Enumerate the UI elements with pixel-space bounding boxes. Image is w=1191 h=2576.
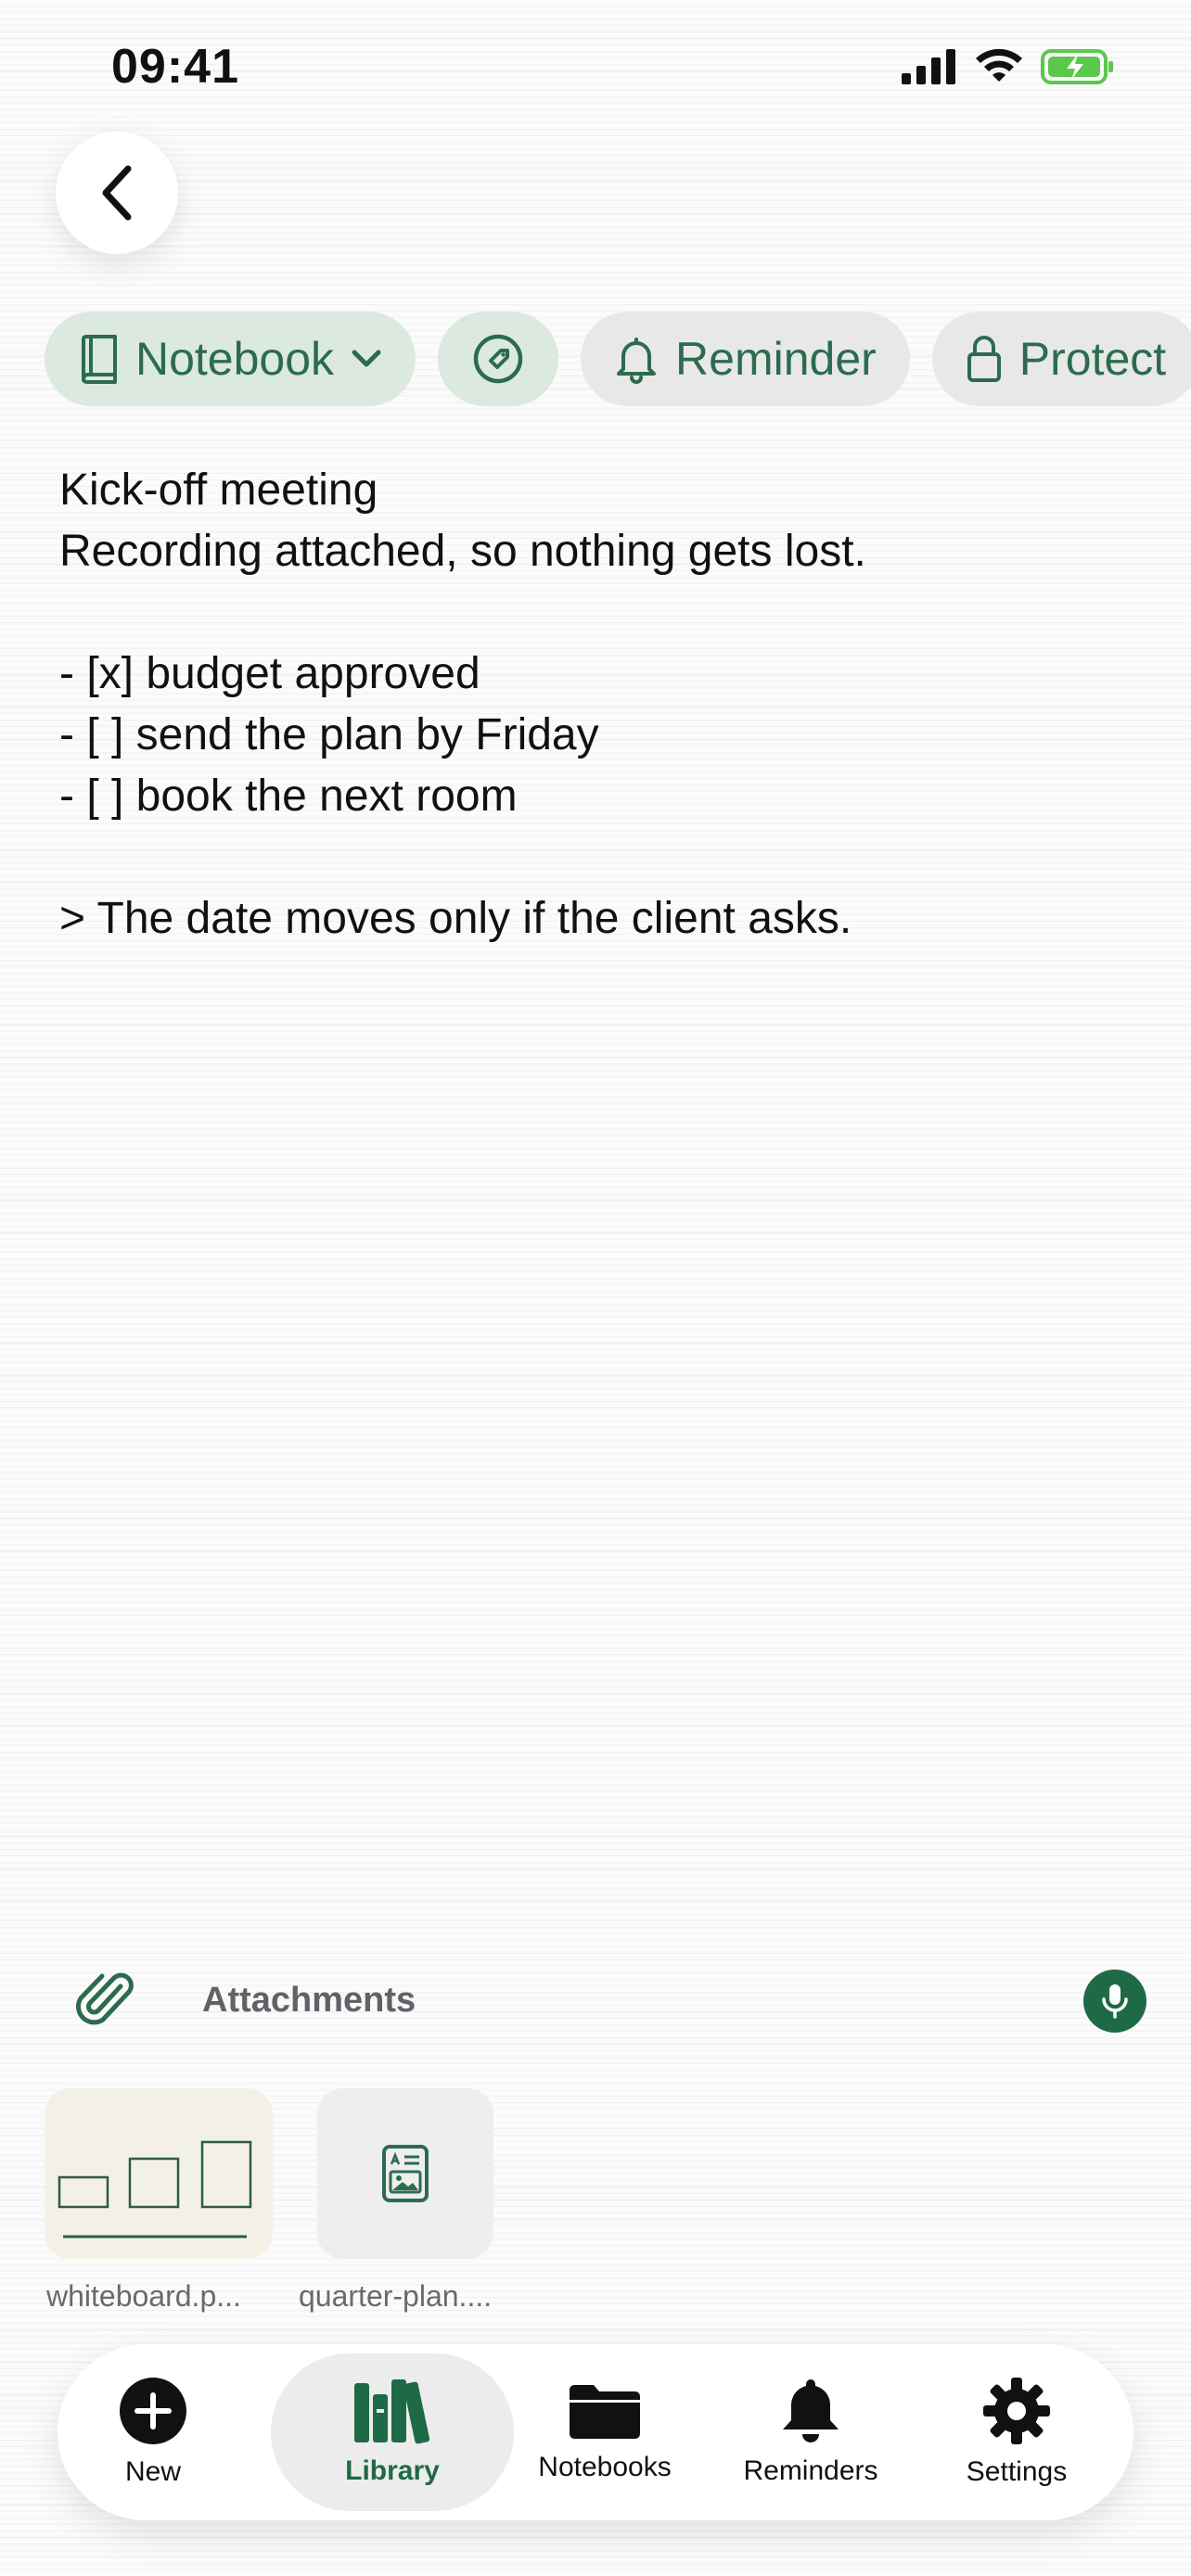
folder-icon	[570, 2385, 640, 2439]
reminder-chip-label: Reminder	[675, 333, 877, 385]
bell-icon	[617, 338, 657, 384]
tab-new-label: New	[124, 2456, 181, 2487]
attachment-thumbnail-quarter-plan[interactable]: quarter-plan....	[299, 2088, 493, 2313]
tab-library-label: Library	[345, 2455, 440, 2486]
document-image-icon	[382, 2145, 429, 2202]
bell-filled-icon	[783, 2379, 839, 2442]
paperclip-icon[interactable]	[72, 1966, 143, 2041]
status-time: 09:41	[111, 40, 239, 94]
plus-circle-icon	[120, 2378, 186, 2444]
note-line: - [x] budget approved	[59, 649, 480, 698]
tag-chip[interactable]	[438, 312, 559, 406]
back-button[interactable]	[56, 132, 178, 254]
books-icon	[354, 2379, 430, 2444]
notebook-icon	[82, 335, 117, 384]
note-editor[interactable]: Kick-off meeting Recording attached, so …	[59, 460, 1135, 950]
whiteboard-preview	[45, 2088, 273, 2259]
tab-reminders-label: Reminders	[743, 2455, 878, 2486]
protect-chip-label: Protect	[1018, 333, 1167, 385]
tab-reminders[interactable]: Reminders	[718, 2353, 903, 2511]
wifi-icon	[976, 48, 1022, 82]
protect-chip[interactable]: Protect	[931, 312, 1191, 406]
gear-icon	[983, 2378, 1050, 2444]
note-line	[59, 827, 1135, 888]
tab-settings-label: Settings	[966, 2456, 1068, 2487]
note-options-chips: Notebook Reminder Protect	[45, 312, 1191, 406]
tab-notebooks-label: Notebooks	[538, 2452, 672, 2482]
whiteboard-sketch-image	[58, 2140, 252, 2238]
tab-library[interactable]: Library	[271, 2353, 514, 2511]
attachment-filename: whiteboard.p...	[46, 2279, 241, 2313]
note-line: - [ ] book the next room	[59, 772, 518, 821]
note-line: Kick-off meeting	[59, 465, 378, 515]
record-audio-button[interactable]	[1083, 1970, 1146, 2033]
notebook-chip[interactable]: Notebook	[45, 312, 416, 406]
attachments-label: Attachments	[202, 1981, 416, 2020]
attachments-bar: Attachments	[45, 1966, 1146, 2036]
status-icons	[902, 48, 1115, 85]
chevron-left-icon	[102, 165, 132, 221]
document-preview	[317, 2088, 493, 2259]
lock-icon	[967, 336, 1001, 382]
note-line: Recording attached, so nothing gets lost…	[59, 527, 866, 576]
attachment-filename: quarter-plan....	[299, 2279, 493, 2313]
tab-new[interactable]: New	[83, 2353, 223, 2511]
note-line: - [ ] send the plan by Friday	[59, 710, 599, 759]
bottom-tab-bar: New Library Notebooks Reminders Settings	[58, 2344, 1133, 2520]
tab-settings[interactable]: Settings	[924, 2353, 1109, 2511]
tag-icon	[473, 334, 523, 384]
chevron-down-icon	[352, 350, 381, 367]
attachment-thumbnail-whiteboard[interactable]: whiteboard.p...	[45, 2088, 273, 2313]
tab-notebooks[interactable]: Notebooks	[512, 2353, 698, 2511]
reminder-chip[interactable]: Reminder	[581, 312, 910, 406]
note-line: > The date moves only if the client asks…	[59, 894, 852, 943]
microphone-icon	[1102, 1984, 1128, 2019]
notebook-chip-label: Notebook	[135, 333, 335, 385]
battery-charging-icon	[1041, 49, 1113, 84]
note-line	[59, 582, 1135, 644]
cellular-signal-icon	[902, 49, 955, 84]
